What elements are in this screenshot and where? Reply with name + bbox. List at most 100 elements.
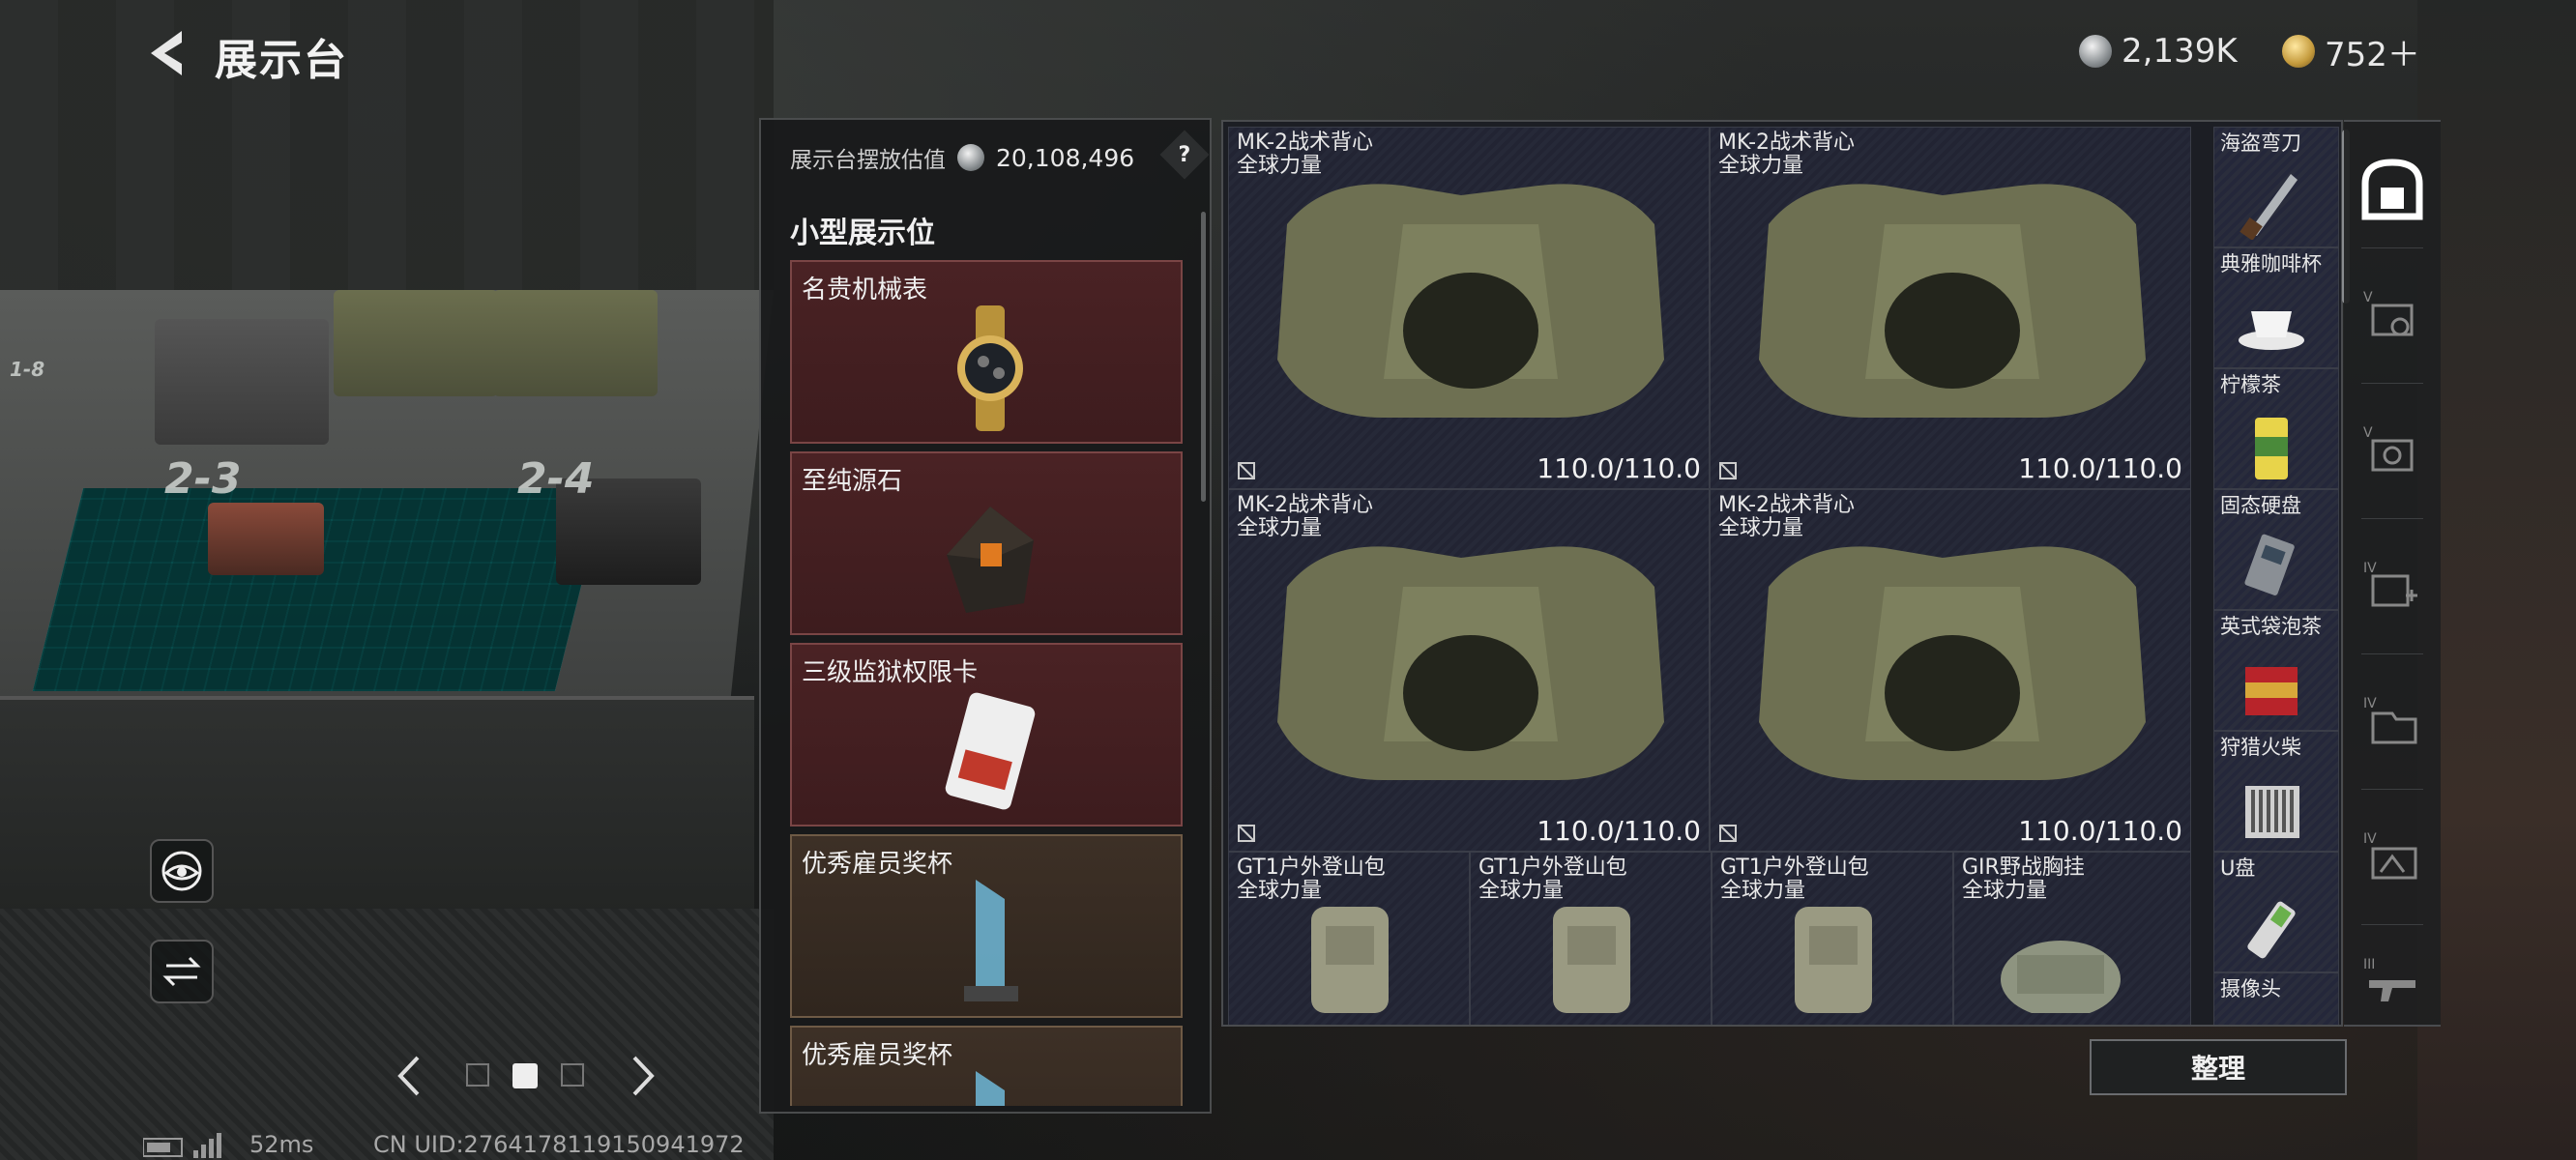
display-value-amount: 20,108,496 xyxy=(996,143,1135,172)
item-durability: 110.0/110.0 xyxy=(1537,452,1701,484)
lock-icon xyxy=(1238,462,1255,479)
item-name: 狩猎火柴 xyxy=(2220,736,2301,759)
page-title: 展示台 xyxy=(215,36,348,85)
slot-item-name: 优秀雇员奖杯 xyxy=(802,850,953,879)
item-name: 海盗弯刀 xyxy=(2220,131,2301,155)
all-items-category-icon[interactable] xyxy=(2357,155,2427,224)
item-durability: 110.0/110.0 xyxy=(2018,815,2182,847)
storage-category-icon[interactable]: IV xyxy=(2363,692,2421,750)
lemon-tea-can-icon xyxy=(2255,418,2288,479)
warehouse-item-small[interactable]: U盘 xyxy=(2213,852,2339,972)
gold-amount: 752＋ xyxy=(2325,35,2420,74)
display-slot-list: 名贵机械表 至纯源石 三级监狱权限卡 优秀雇员奖杯 优秀雇员奖杯 xyxy=(790,260,1183,1106)
help-button[interactable]: ? xyxy=(1159,130,1210,180)
help-label: ? xyxy=(1178,142,1191,167)
slot-label: 1-8 xyxy=(10,358,45,381)
warehouse-item-vest[interactable]: MK-2战术背心 全球力量 110.0/110.0 xyxy=(1228,127,1710,489)
view-toggle-button[interactable] xyxy=(150,839,214,903)
uid-text: CN UID:2764178119150941972 xyxy=(373,1131,745,1158)
tool-item xyxy=(208,503,324,575)
warehouse-item-small[interactable]: 狩猎火柴 xyxy=(2213,731,2339,852)
slot-item-name: 三级监狱权限卡 xyxy=(802,658,979,687)
warehouse-item-vest[interactable]: MK-2战术背心 全球力量 110.0/110.0 xyxy=(1228,489,1710,852)
vest-gear-category-icon[interactable]: V xyxy=(2363,286,2421,344)
lock-icon xyxy=(1238,825,1255,842)
backpack-icon xyxy=(1553,907,1630,1013)
trophy-icon xyxy=(964,880,1018,1001)
coffee-cup-icon xyxy=(2239,311,2304,350)
chest-rig-icon xyxy=(2001,941,2121,1013)
slot-label: 2-4 xyxy=(517,454,595,504)
svg-text:V: V xyxy=(2363,425,2373,441)
warehouse-item-chest-rig[interactable]: GIR野战胸挂 全球力量 xyxy=(1953,852,2191,1025)
silver-currency: 2,139K xyxy=(2079,29,2238,73)
page-dot[interactable] xyxy=(561,1063,584,1087)
page-dot-active[interactable] xyxy=(512,1063,538,1088)
display-slot[interactable]: 至纯源石 xyxy=(790,451,1183,635)
svg-text:IV: IV xyxy=(2363,696,2377,711)
display-slot[interactable]: 名贵机械表 xyxy=(790,260,1183,444)
backpack-icon xyxy=(1795,907,1872,1013)
tactical-vest-icon xyxy=(1759,184,2146,418)
swap-arrows-icon xyxy=(162,956,201,987)
warehouse-item-backpack[interactable]: GT1户外登山包 全球力量 xyxy=(1470,852,1712,1025)
back-arrow-icon xyxy=(151,31,182,75)
section-title: 小型展示位 xyxy=(790,217,935,250)
tactical-vest-icon xyxy=(1277,184,1664,418)
item-name: 固态硬盘 xyxy=(2220,494,2301,517)
warehouse-item-backpack[interactable]: GT1户外登山包 全球力量 xyxy=(1712,852,1953,1025)
warehouse-item-vest[interactable]: MK-2战术背心 全球力量 110.0/110.0 xyxy=(1710,127,2191,489)
prev-page-arrow-icon[interactable] xyxy=(395,1054,424,1098)
gun-category-icon[interactable]: III xyxy=(2363,953,2421,1011)
gold-watch-icon xyxy=(957,305,1023,431)
tactical-vest-icon xyxy=(1759,546,2146,780)
warehouse-item-small[interactable]: 海盗弯刀 xyxy=(2213,127,2339,247)
svg-text:V: V xyxy=(2363,290,2373,305)
lock-icon xyxy=(1719,462,1737,479)
matches-icon xyxy=(2245,786,2299,838)
trophy-icon xyxy=(976,1071,1005,1106)
svg-text:IV: IV xyxy=(2363,831,2377,847)
warehouse-item-small[interactable]: 固态硬盘 xyxy=(2213,489,2339,610)
container-category-icon[interactable]: IV xyxy=(2363,827,2421,885)
eye-icon xyxy=(161,851,202,891)
next-page-arrow-icon[interactable] xyxy=(629,1054,658,1098)
silver-amount: 2,139K xyxy=(2122,32,2238,71)
slot-label: 2-3 xyxy=(164,454,242,504)
ping-text: 52ms xyxy=(249,1131,314,1158)
warehouse-item-small[interactable]: 摄像头 xyxy=(2213,972,2339,1025)
warehouse-grid: MK-2战术背心 全球力量 110.0/110.0 MK-2战术背心 全球力量 11… xyxy=(1221,120,2343,1027)
source-stone-icon xyxy=(947,507,1034,613)
warehouse-item-small[interactable]: 英式袋泡茶 xyxy=(2213,610,2339,731)
ammo-crate xyxy=(334,290,498,396)
warehouse-item-small[interactable]: 柠檬茶 xyxy=(2213,368,2339,489)
battery-signal-icon xyxy=(143,1133,221,1158)
vest-gear-category-icon[interactable]: V xyxy=(2363,421,2421,479)
display-value-label: 展示台摆放估值 xyxy=(790,148,946,173)
warehouse-item-backpack[interactable]: GT1户外登山包 全球力量 xyxy=(1228,852,1470,1025)
display-slot[interactable]: 优秀雇员奖杯 xyxy=(790,834,1183,1018)
knife-icon xyxy=(2239,174,2298,240)
svg-text:IV: IV xyxy=(2363,561,2377,576)
warehouse-item-vest[interactable]: MK-2战术背心 全球力量 110.0/110.0 xyxy=(1710,489,2191,852)
warehouse-item-small[interactable]: 典雅咖啡杯 xyxy=(2213,247,2339,368)
panel-scrollbar[interactable] xyxy=(1201,212,1206,502)
display-slot[interactable]: 三级监狱权限卡 xyxy=(790,643,1183,826)
backpack-icon xyxy=(1311,907,1389,1013)
silver-coin-icon xyxy=(2079,35,2112,68)
slot-item-name: 优秀雇员奖杯 xyxy=(802,1041,953,1070)
gold-currency[interactable]: 752＋ xyxy=(2282,29,2420,74)
display-slot[interactable]: 优秀雇员奖杯 xyxy=(790,1026,1183,1106)
ssd-icon xyxy=(2244,534,2295,595)
organize-button[interactable]: 整理 xyxy=(2090,1039,2347,1095)
back-button[interactable] xyxy=(143,27,201,79)
display-value-row: 展示台摆放估值 20,108,496 xyxy=(790,141,1134,174)
drawer-unit xyxy=(155,319,329,445)
swap-button[interactable] xyxy=(150,940,214,1003)
ammo-crate xyxy=(493,290,658,396)
item-durability: 110.0/110.0 xyxy=(2018,452,2182,484)
item-name: U盘 xyxy=(2220,856,2256,880)
page-dot[interactable] xyxy=(466,1063,489,1087)
medical-category-icon[interactable]: IV xyxy=(2363,557,2421,615)
display-slot-panel: 展示台摆放估值 20,108,496 ? 小型展示位 名贵机械表 至纯源石 三级… xyxy=(759,118,1212,1114)
